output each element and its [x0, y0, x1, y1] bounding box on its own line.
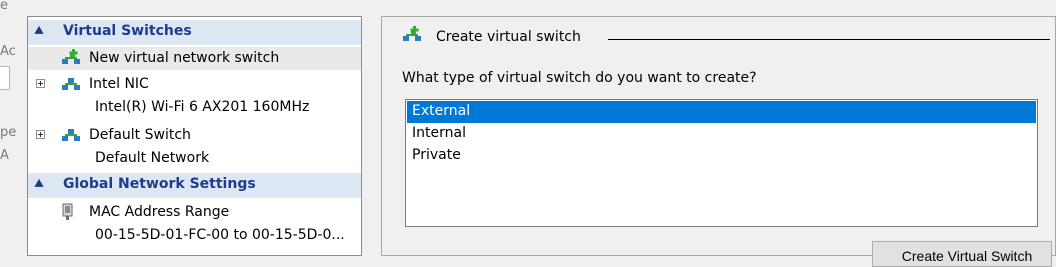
- switch-detail-row: Default Network: [28, 147, 361, 170]
- switch-network: Default Network: [95, 150, 210, 166]
- mac-address-range-item[interactable]: MAC Address Range: [28, 201, 361, 224]
- switch-type-question: What type of virtual switch do you want …: [402, 70, 757, 86]
- new-virtual-switch-item[interactable]: New virtual network switch: [28, 47, 361, 70]
- switch-type-label: Internal: [412, 125, 466, 141]
- network-switch-icon: [62, 78, 80, 90]
- switch-detail-row: Intel(R) Wi-Fi 6 AX201 160MHz: [28, 96, 361, 119]
- section-title: Virtual Switches: [63, 23, 192, 39]
- mac-range-value: 00-15-5D-01-FC-00 to 00-15-5D-0...: [95, 227, 345, 243]
- expand-icon[interactable]: [36, 130, 45, 139]
- switch-item-default-switch[interactable]: Default Switch: [28, 124, 361, 147]
- switch-type-label: External: [412, 103, 471, 119]
- section-title: Global Network Settings: [63, 176, 256, 192]
- switch-type-external[interactable]: External: [407, 101, 1036, 123]
- switch-type-private[interactable]: Private: [407, 145, 1036, 167]
- new-switch-label: New virtual network switch: [89, 50, 280, 66]
- new-switch-icon: [403, 26, 421, 41]
- new-switch-icon: [62, 49, 80, 64]
- section-header-global-network-settings[interactable]: ⯅ Global Network Settings: [28, 173, 361, 198]
- section-header-virtual-switches[interactable]: ⯅ Virtual Switches: [28, 20, 361, 45]
- create-virtual-switch-button[interactable]: Create Virtual Switch: [872, 241, 1052, 267]
- switch-type-list[interactable]: External Internal Private: [405, 99, 1038, 227]
- switch-item-intel-nic[interactable]: Intel NIC: [28, 73, 361, 96]
- expand-icon[interactable]: [36, 79, 45, 88]
- mac-range-label: MAC Address Range: [89, 204, 230, 220]
- title-divider: [608, 39, 1050, 40]
- mac-address-icon: [62, 203, 73, 220]
- background-text: e: [0, 0, 8, 13]
- switch-name: Default Switch: [89, 127, 191, 143]
- mac-range-detail-row: 00-15-5D-01-FC-00 to 00-15-5D-0...: [28, 224, 361, 247]
- switch-type-label: Private: [412, 147, 461, 163]
- create-virtual-switch-panel: Create virtual switch What type of virtu…: [381, 16, 1056, 267]
- background-text: A: [0, 148, 9, 163]
- navigation-panel: ⯅ Virtual Switches New virtual network s…: [27, 16, 362, 256]
- switch-type-internal[interactable]: Internal: [407, 123, 1036, 145]
- background-field: [0, 66, 10, 90]
- panel-title: Create virtual switch: [436, 29, 581, 45]
- background-text: Ac: [0, 44, 16, 59]
- collapse-chevron-icon[interactable]: ⯅: [33, 175, 45, 193]
- network-switch-icon: [62, 129, 80, 141]
- background-text: pe: [0, 125, 17, 140]
- collapse-chevron-icon[interactable]: ⯅: [33, 22, 45, 40]
- switch-name: Intel NIC: [89, 76, 149, 92]
- switch-adapter: Intel(R) Wi-Fi 6 AX201 160MHz: [95, 99, 310, 115]
